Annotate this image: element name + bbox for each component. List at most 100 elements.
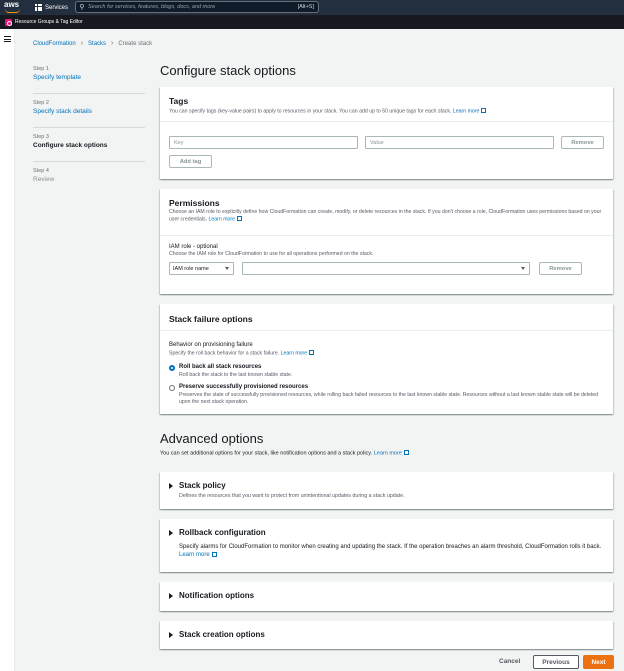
caret-right-icon (169, 530, 173, 536)
top-nav-bar: aws Services ⚲ [Alt+S] (0, 0, 624, 15)
step-3: Step 3 Configure stack options (33, 134, 107, 168)
caret-right-icon (169, 632, 173, 638)
permissions-title: Permissions (169, 198, 220, 208)
rollback-learn-more-link[interactable]: Learn more (179, 552, 210, 558)
advanced-desc-text: You can set additional options for your … (160, 450, 373, 457)
resource-groups-icon (5, 18, 12, 26)
advanced-options-description: You can set additional options for your … (160, 450, 409, 457)
permissions-panel: Permissions Choose an IAM role to explic… (160, 189, 613, 294)
divider (160, 121, 613, 122)
rollback-desc-text: Specify alarms for CloudFormation to mon… (179, 544, 602, 550)
service-shortcut-bar: Resource Groups & Tag Editor (0, 15, 624, 29)
step-divider (33, 93, 145, 94)
external-link-icon (237, 216, 243, 221)
step-divider (33, 127, 145, 128)
search-icon: ⚲ (79, 4, 85, 11)
search-input[interactable] (88, 4, 298, 10)
grid-icon (35, 4, 42, 11)
caret-right-icon (169, 593, 173, 599)
iam-role-description: Choose the IAM role for CloudFormation t… (169, 251, 374, 257)
iam-role-type-select[interactable]: IAM role name (169, 262, 234, 275)
preserve-resources-description: Preserves the state of successfully prov… (179, 392, 598, 405)
aws-logo-text: aws (4, 0, 20, 9)
breadcrumb-cloudformation[interactable]: CloudFormation (33, 41, 76, 47)
roll-back-all-label: Roll back all stack resources (179, 364, 262, 370)
step-link-specify-template[interactable]: Specify template (33, 73, 107, 82)
external-link-icon (481, 108, 487, 113)
stack-policy-title: Stack policy (179, 481, 226, 490)
notification-options-title: Notification options (179, 591, 255, 600)
stack-creation-options-expander[interactable]: Stack creation options (160, 621, 613, 649)
iam-role-type-value: IAM role name (173, 265, 209, 272)
external-link-icon (309, 350, 315, 355)
radio-roll-back-all[interactable] (169, 365, 175, 371)
step-number: Step 3 (33, 134, 49, 140)
tags-title: Tags (169, 96, 189, 106)
cancel-button[interactable]: Cancel (499, 658, 520, 665)
permissions-description: Choose an IAM role to explicitly define … (169, 209, 605, 224)
step-number: Step 4 (33, 168, 49, 174)
chevron-right-icon: › (111, 40, 114, 47)
tags-desc-text: You can specify tags (key-value pairs) t… (169, 108, 452, 115)
previous-button[interactable]: Previous (533, 655, 579, 669)
step-2: Step 2 Specify stack details (33, 100, 107, 134)
tag-remove-button[interactable]: Remove (561, 136, 604, 149)
behavior-description: Specify the roll back behavior for a sta… (169, 350, 315, 358)
iam-role-select[interactable] (242, 262, 530, 275)
step-1: Step 1 Specify template (33, 66, 107, 100)
preserve-resources-label: Preserve successfully provisioned resour… (179, 384, 309, 390)
tag-value-input[interactable] (365, 136, 554, 149)
step-current-configure-options: Configure stack options (33, 142, 108, 149)
iam-role-label: IAM role - optional (169, 244, 218, 250)
step-number: Step 1 (33, 66, 49, 72)
breadcrumb: CloudFormation › Stacks › Create stack (33, 40, 152, 47)
rollback-configuration-title: Rollback configuration (179, 528, 266, 537)
hamburger-menu-icon[interactable] (4, 36, 11, 42)
stack-policy-expander[interactable]: Stack policy Defines the resources that … (160, 472, 613, 509)
tags-panel: Tags You can specify tags (key-value pai… (160, 87, 613, 179)
step-divider (33, 161, 145, 162)
services-menu-button[interactable]: Services (35, 2, 68, 13)
tag-key-input[interactable] (169, 136, 358, 149)
tags-learn-more-link[interactable]: Learn more (453, 109, 480, 115)
caret-right-icon (169, 483, 173, 489)
permissions-learn-more-link[interactable]: Learn more (209, 217, 236, 223)
caret-down-icon (521, 267, 525, 270)
aws-logo[interactable]: aws (4, 1, 22, 14)
divider (160, 330, 613, 331)
step-number: Step 2 (33, 100, 49, 106)
advanced-learn-more-link[interactable]: Learn more (374, 451, 402, 457)
stack-failure-title: Stack failure options (169, 314, 253, 324)
advanced-options-title: Advanced options (160, 431, 264, 446)
iam-remove-button[interactable]: Remove (539, 262, 582, 275)
page-title: Configure stack options (160, 63, 296, 78)
rollback-configuration-expander[interactable]: Rollback configuration Specify alarms fo… (160, 519, 613, 572)
behavior-desc-text: Specify the roll back behavior for a sta… (169, 350, 280, 357)
step-link-specify-details[interactable]: Specify stack details (33, 107, 107, 116)
caret-down-icon (225, 267, 229, 270)
global-search[interactable]: ⚲ [Alt+S] (75, 1, 319, 13)
step-review: Review (33, 176, 55, 183)
radio-preserve-resources[interactable] (169, 385, 175, 391)
step-4: Step 4 Review (33, 168, 107, 202)
breadcrumb-current: Create stack (118, 40, 153, 47)
aws-smile-icon (5, 9, 20, 13)
breadcrumb-stacks[interactable]: Stacks (88, 41, 106, 47)
side-nav-strip (0, 29, 15, 671)
external-link-icon (211, 551, 217, 557)
chevron-right-icon: › (80, 40, 84, 47)
tags-description: You can specify tags (key-value pairs) t… (169, 108, 599, 116)
behavior-label: Behavior on provisioning failure (169, 342, 253, 348)
divider (160, 235, 613, 236)
wizard-steps: Step 1 Specify template Step 2 Specify s… (33, 66, 145, 202)
notification-options-expander[interactable]: Notification options (160, 582, 613, 611)
stack-policy-description: Defines the resources that you want to p… (179, 493, 405, 499)
resource-groups-shortcut[interactable]: Resource Groups & Tag Editor (15, 19, 83, 25)
services-label: Services (45, 4, 69, 11)
rollback-configuration-description: Specify alarms for CloudFormation to mon… (179, 543, 604, 559)
search-shortcut: [Alt+S] (297, 4, 314, 10)
stack-failure-learn-more-link[interactable]: Learn more (281, 351, 308, 357)
next-button[interactable]: Next (583, 655, 614, 669)
add-tag-button[interactable]: Add tag (169, 155, 212, 168)
stack-creation-options-title: Stack creation options (179, 630, 265, 639)
